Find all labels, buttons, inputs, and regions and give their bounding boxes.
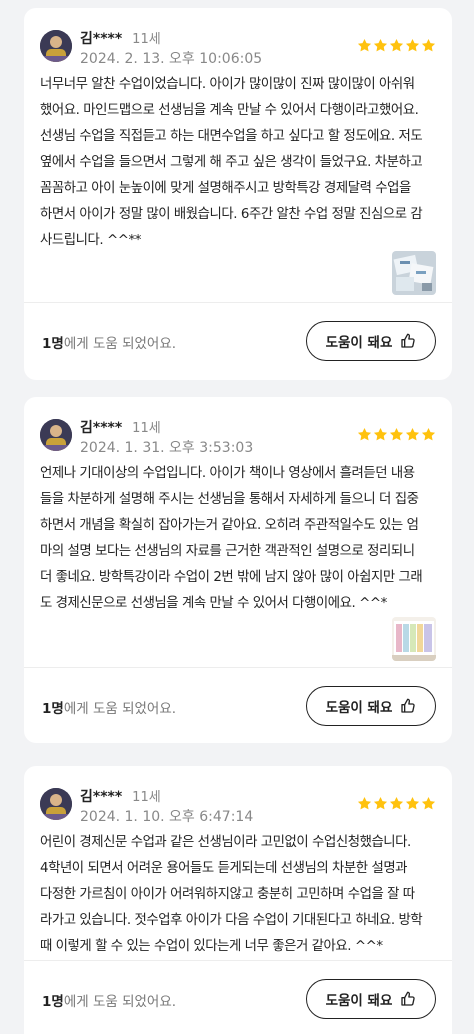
review-line: 선생님 수업을 직접듣고 하는 대면수업을 하고 싶다고 할 정도에요. 저도 [40, 129, 423, 144]
review-text: 언제나 기대이상의 수업입니다. 아이가 책이나 영상에서 흘려듣던 내용 들을… [40, 461, 440, 617]
review-line: 더 좋네요. 방학특강이라 수업이 2번 밖에 남지 않아 많이 아쉽지만 그래 [40, 570, 423, 585]
review-line: 들을 차분하게 설명해 주시는 선생님을 통해서 자세하게 들으니 더 집중 [40, 492, 419, 507]
star-icon [389, 427, 404, 441]
star-icon [421, 38, 436, 52]
avatar [40, 788, 72, 820]
helpful-summary: 1명 에게 도움 되었어요. [42, 697, 176, 717]
review-line: 언제나 기대이상의 수업입니다. 아이가 책이나 영상에서 흘려듣던 내용 [40, 466, 415, 481]
review-line: 너무너무 알찬 수업이었습니다. 아이가 많이많이 진짜 많이많이 아쉬워 [40, 77, 415, 92]
review-text: 어린이 경제신문 수업과 같은 선생님이라 고민없이 수업신청했습니다. 4학년… [40, 830, 440, 960]
review-line: 때 이렇게 할 수 있는 수업이 있다는게 너무 좋은거 같아요. ^^* [40, 939, 383, 954]
star-rating [357, 796, 436, 811]
star-icon [373, 427, 388, 441]
helpful-label: 에게 도움 되었어요. [63, 701, 177, 717]
helpful-summary: 1명 에게 도움 되었어요. [42, 332, 176, 352]
review-card: 김**** 11세 2024. 2. 13. 오후 10:06:05 너무너무 … [24, 8, 452, 380]
review-line: 도 경제신문으로 선생님을 계속 만날 수 있어서 다행이에요. ^^* [40, 596, 387, 611]
review-card: 김**** 11세 2024. 1. 31. 오후 3:53:03 언제나 기대… [24, 397, 452, 743]
reviewer-age: 11세 [132, 32, 161, 47]
star-icon [373, 796, 388, 810]
review-date: 2024. 2. 13. 오후 10:06:05 [80, 51, 263, 67]
helpful-button[interactable]: 도움이 돼요 [306, 686, 436, 726]
review-line: 하면서 아이가 정말 많이 배웠습니다. 6주간 알찬 수업 정말 진심으로 감 [40, 207, 423, 222]
helpful-label: 에게 도움 되었어요. [63, 994, 177, 1010]
review-line: 어린이 경제신문 수업과 같은 선생님이라 고민없이 수업신청했습니다. [40, 835, 411, 850]
helpful-count: 1명 [42, 994, 64, 1010]
reviewer-name: 김**** [80, 420, 123, 436]
review-header: 김**** 11세 2024. 2. 13. 오후 10:06:05 [40, 28, 436, 72]
reviewer-age: 11세 [132, 421, 161, 436]
review-line: 했어요. 마인드맵으로 선생님을 계속 만날 수 있어서 다행이라고했어요. [40, 103, 419, 118]
review-date: 2024. 1. 31. 오후 3:53:03 [80, 440, 254, 456]
review-text: 너무너무 알찬 수업이었습니다. 아이가 많이많이 진짜 많이많이 아쉬워 했어… [40, 72, 440, 254]
review-line: 옆에서 수업을 들으면서 그렇게 해 주고 싶은 생각이 들었구요. 차분하고 [40, 155, 423, 170]
thumbs-up-icon [401, 991, 416, 1006]
review-line: 마의 설명 보다는 선생님의 자료를 근거한 객관적인 설명으로 정리되니 [40, 544, 415, 559]
review-header: 김**** 11세 2024. 1. 10. 오후 6:47:14 [40, 786, 436, 830]
helpful-button-label: 도움이 돼요 [325, 700, 393, 716]
avatar [40, 30, 72, 62]
star-icon [357, 38, 372, 52]
review-header: 김**** 11세 2024. 1. 31. 오후 3:53:03 [40, 417, 436, 461]
helpful-count: 1명 [42, 336, 64, 352]
review-line: 다정한 가르침이 아이가 어려워하지않고 충분히 고민하며 수업을 잘 따 [40, 887, 415, 902]
star-rating [357, 38, 436, 53]
review-line: 라가고 있습니다. 젓수업후 아이가 다음 수업이 기대된다고 하네요. 방학 [40, 913, 423, 928]
helpful-count: 1명 [42, 701, 64, 717]
star-icon [405, 38, 420, 52]
divider [24, 667, 452, 668]
thumbs-up-icon [401, 698, 416, 713]
divider [24, 302, 452, 303]
helpful-button[interactable]: 도움이 돼요 [306, 321, 436, 361]
review-line: 4학년이 되면서 어려운 용어들도 듣게되는데 선생님의 차분한 설명과 [40, 861, 408, 876]
star-rating [357, 427, 436, 442]
helpful-button-label: 도움이 돼요 [325, 335, 393, 351]
star-icon [357, 796, 372, 810]
review-card: 김**** 11세 2024. 1. 10. 오후 6:47:14 어린이 경제… [24, 766, 452, 1034]
review-date: 2024. 1. 10. 오후 6:47:14 [80, 809, 254, 825]
review-line: 하면서 개념을 확실히 잡아가는거 같아요. 오히려 주관적일수도 있는 엄 [40, 518, 419, 533]
reviewer-name: 김**** [80, 789, 123, 805]
divider [24, 960, 452, 961]
star-icon [421, 796, 436, 810]
star-icon [421, 427, 436, 441]
star-icon [405, 427, 420, 441]
star-icon [373, 38, 388, 52]
review-photo[interactable] [392, 617, 436, 661]
review-line: 꼼꼼하고 아이 눈높이에 맞게 설명해주시고 방학특강 경제달력 수업을 [40, 181, 411, 196]
star-icon [389, 796, 404, 810]
thumbs-up-icon [401, 333, 416, 348]
star-icon [357, 427, 372, 441]
helpful-label: 에게 도움 되었어요. [63, 336, 177, 352]
reviewer-name: 김**** [80, 31, 123, 47]
helpful-button[interactable]: 도움이 돼요 [306, 979, 436, 1019]
avatar [40, 419, 72, 451]
reviewer-age: 11세 [132, 790, 161, 805]
review-line: 사드립니다. ^^** [40, 233, 141, 248]
star-icon [389, 38, 404, 52]
helpful-summary: 1명 에게 도움 되었어요. [42, 990, 176, 1010]
review-photo[interactable] [392, 251, 436, 295]
star-icon [405, 796, 420, 810]
helpful-button-label: 도움이 돼요 [325, 993, 393, 1009]
